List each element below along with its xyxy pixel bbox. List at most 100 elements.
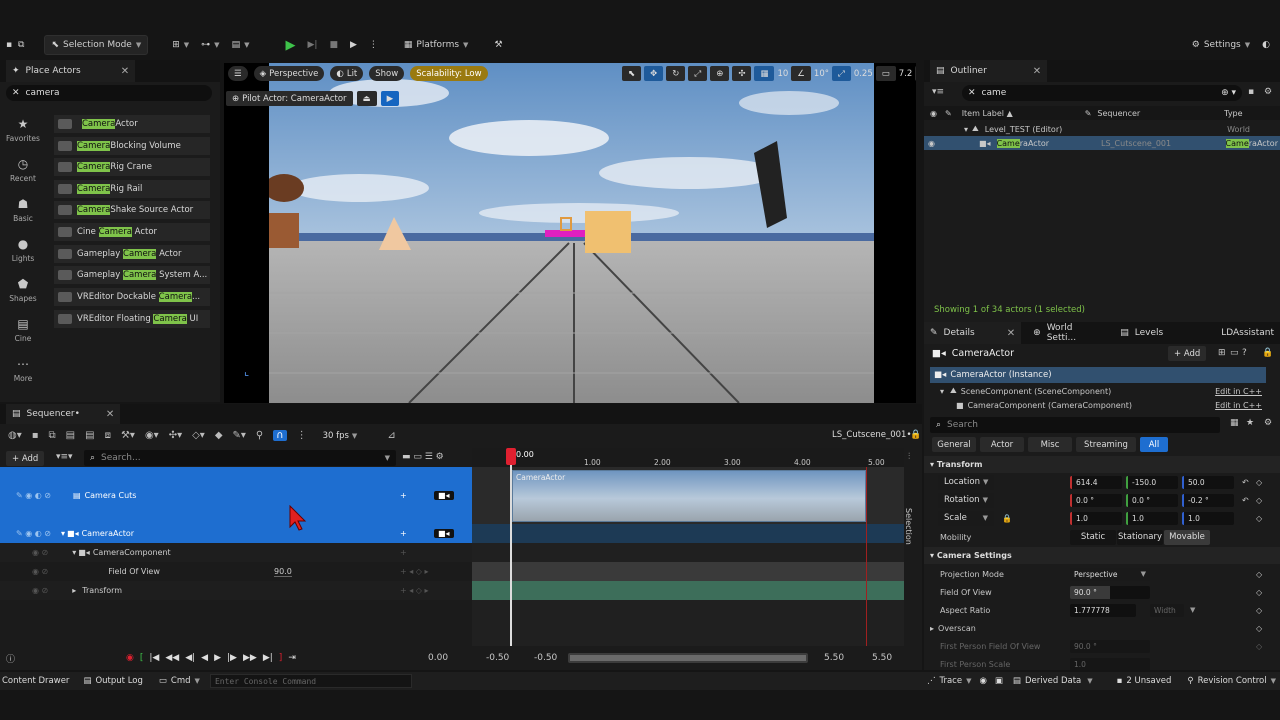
show-button[interactable]: Show <box>369 66 405 81</box>
rotate-tool-icon[interactable]: ↻ <box>666 66 686 81</box>
chevron-down-icon[interactable]: ▾ <box>72 548 76 557</box>
projection-mode-dropdown[interactable]: Perspective ▼ <box>1070 567 1150 581</box>
keyframe-icon[interactable]: ◇ <box>1256 496 1262 505</box>
output-log-button[interactable]: Output Log <box>95 676 142 686</box>
outliner-search[interactable]: ✕ came ⊕ ▾ <box>962 85 1242 101</box>
filter-icon[interactable]: ▾≡▾ <box>56 452 73 462</box>
play-options-icon[interactable]: ⋮ <box>363 35 384 55</box>
close-icon[interactable]: ✕ <box>12 88 20 98</box>
track-field-of-view[interactable]: ◉ ⊘ Field Of View 90.0 + ◂ ◇ ▸ <box>0 562 472 581</box>
set-end-icon[interactable]: ] <box>279 653 283 663</box>
keyframe-icon[interactable]: ◇ <box>1256 570 1262 579</box>
add-component-button[interactable]: + Add <box>1168 346 1207 361</box>
keyframe-nav-icon[interactable]: + ◂ ◇ ▸ <box>400 586 429 595</box>
timeline-ruler[interactable] <box>472 448 904 467</box>
scrollbar-thumb[interactable] <box>570 655 806 661</box>
filter-general[interactable]: General <box>932 437 976 452</box>
viewport-menu-button[interactable]: ☰ <box>228 66 248 81</box>
visibility-icon[interactable]: ◉ <box>930 109 937 118</box>
grid-snap-button[interactable]: ▦ <box>754 66 775 81</box>
details-search[interactable]: ⌕ Search <box>930 417 1220 433</box>
filter-actor[interactable]: Actor <box>980 437 1024 452</box>
category-favorites[interactable]: ★ Favorites <box>0 110 46 150</box>
loop-icon[interactable]: ⇥ <box>288 653 296 663</box>
location-dropdown[interactable]: Location ▼ <box>938 474 994 490</box>
record-icon[interactable]: ◉ <box>979 676 986 686</box>
info-icon[interactable]: ⓘ <box>6 652 15 665</box>
close-icon[interactable]: ✕ <box>968 88 976 98</box>
lock-icon[interactable]: 🔒 <box>1002 514 1012 523</box>
current-time[interactable]: 0.00 <box>428 653 448 663</box>
world-icon[interactable]: ◍▾ <box>8 430 22 441</box>
category-lights[interactable]: ● Lights <box>0 230 46 270</box>
record-icon[interactable]: ◉ <box>126 653 134 663</box>
eject-pilot-button[interactable]: ⏏ <box>356 91 377 106</box>
play-button[interactable]: ▶ <box>279 35 301 55</box>
range-start[interactable]: -0.50 <box>486 653 509 663</box>
camera-speed-button[interactable]: ▭ <box>875 66 896 81</box>
actor-item[interactable]: Camera Blocking Volume <box>54 137 210 155</box>
track-transform[interactable]: ◉ ⊘ ▸ Transform + ◂ ◇ ▸ <box>0 581 472 600</box>
gear-icon[interactable]: ⚙ <box>1264 418 1272 428</box>
actor-item[interactable]: Cine Camera Actor <box>54 223 210 241</box>
add-key-icon[interactable]: + <box>400 548 407 557</box>
category-cine[interactable]: ▤ Cine <box>0 310 46 350</box>
scale-tool-icon[interactable]: ⤢ <box>688 66 708 81</box>
scale-snap-button[interactable]: ⤢ <box>832 66 851 81</box>
camera-icon[interactable]: ■◂ <box>434 491 454 500</box>
filter-icon[interactable]: ⫶ <box>908 452 910 462</box>
component-row[interactable]: ■ CameraComponent (CameraComponent) Edit i… <box>930 399 1266 411</box>
aspect-width-dropdown[interactable]: Width <box>1150 603 1184 617</box>
playback-icon[interactable]: ✣▾ <box>169 430 182 441</box>
playhead-handle[interactable] <box>506 448 516 465</box>
help-icon[interactable]: ? <box>1242 348 1247 358</box>
star-icon[interactable]: ★ <box>1246 418 1254 428</box>
next-key-icon[interactable]: ▶▶ <box>243 653 257 663</box>
close-icon[interactable]: ✕ <box>121 66 129 77</box>
outliner-tab[interactable]: ▤ Outliner ✕ <box>930 60 1048 82</box>
component-row[interactable]: ▾ ⛰ SceneComponent (SceneComponent) Edit in… <box>930 383 1266 399</box>
scale-x[interactable]: 1.0 <box>1070 511 1122 525</box>
play-reverse-icon[interactable]: ◀ <box>201 653 208 663</box>
location-z[interactable]: 50.0 <box>1182 475 1234 489</box>
close-icon[interactable]: ✕ <box>106 409 114 420</box>
view-start[interactable]: -0.50 <box>534 653 557 663</box>
location-y[interactable]: -150.0 <box>1126 475 1178 489</box>
platforms-dropdown[interactable]: ▦ Platforms ▼ <box>398 35 475 55</box>
outliner-row-selected[interactable]: ◉ ■◂ Came raActor LS_Cutscene_001 Came raA… <box>924 136 1280 150</box>
snap-key-icon[interactable]: ◆ <box>215 430 223 441</box>
save-icon[interactable]: ▪ <box>1248 87 1254 97</box>
view-icon[interactable]: ◉▾ <box>145 430 159 441</box>
chevron-right-icon[interactable]: ▸ <box>72 586 76 595</box>
reset-icon[interactable]: ↶ <box>1242 496 1249 505</box>
component-row-selected[interactable]: ■◂ CameraActor (Instance) <box>930 367 1266 383</box>
close-icon[interactable]: ✕ <box>1007 328 1015 339</box>
add-content-button[interactable]: ⊞ ▼ <box>166 35 195 55</box>
actor-item[interactable]: Gameplay Camera System A... <box>54 266 210 284</box>
camera-settings-section[interactable]: ▾ Camera Settings <box>924 547 1280 564</box>
prev-frame-icon[interactable]: ◀| <box>185 653 195 663</box>
play-icon[interactable]: ▶ <box>214 653 221 663</box>
actor-item[interactable]: Camera Actor <box>54 115 210 133</box>
actor-item[interactable]: Camera Shake Source Actor <box>54 201 210 219</box>
filter-misc[interactable]: Misc <box>1028 437 1072 452</box>
fov-track-value[interactable]: 90.0 <box>274 567 292 577</box>
level-viewport[interactable]: ☰ ◈ Perspective ◐ Lit Show Scalability: Lo… <box>224 63 916 403</box>
chevron-down-icon[interactable]: ▾ <box>964 125 968 134</box>
selection-sidebar[interactable]: ⫶ Selection <box>904 448 922 646</box>
reset-icon[interactable]: ↶ <box>1242 478 1249 487</box>
unsaved-button[interactable]: 2 Unsaved <box>1126 676 1171 686</box>
category-shapes[interactable]: ⬟ Shapes <box>0 270 46 310</box>
place-actors-tab[interactable]: ✦ Place Actors ✕ <box>6 60 136 82</box>
timeline-area[interactable]: 0.00 1.00 2.00 3.00 4.00 5.00 CameraActo… <box>472 448 904 646</box>
blueprint-button[interactable]: ⊶ ▼ <box>195 35 225 55</box>
track-camera-cuts[interactable]: ✎ ◉ ◐ ⊘ ▤ Camera Cuts + ■◂ <box>0 467 472 524</box>
transform-section[interactable]: ▾ Transform <box>924 456 1280 473</box>
mobility-movable[interactable]: Movable <box>1164 529 1210 545</box>
rotation-z[interactable]: -0.2 ° <box>1182 493 1234 507</box>
actor-item[interactable]: Camera Rig Rail <box>54 180 210 198</box>
modeling-icon[interactable]: ⚒ <box>488 35 508 55</box>
viewport-scene[interactable] <box>269 63 874 403</box>
key-icon[interactable]: ⚒▾ <box>121 430 135 441</box>
tab-world-settings[interactable]: ⊕ World Setti... <box>1027 322 1109 344</box>
